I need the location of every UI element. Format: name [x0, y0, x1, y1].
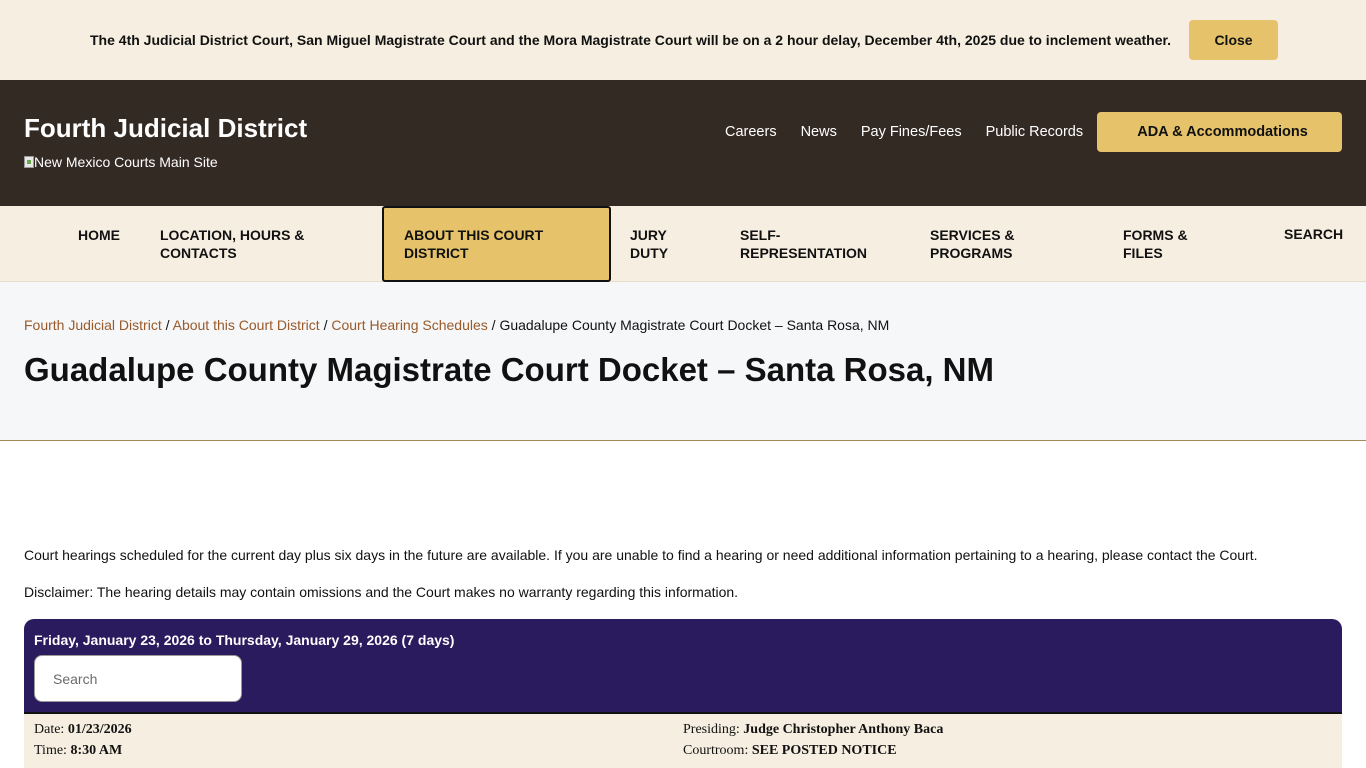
ada-accommodations-button[interactable]: ADA & Accommodations — [1097, 112, 1342, 152]
nav-item-self-representation[interactable]: Self-Representation — [740, 226, 880, 262]
entry-courtroom: Courtroom: SEE POSTED NOTICE — [683, 743, 897, 758]
docket-header: Friday, January 23, 2026 to Thursday, Ja… — [24, 619, 1342, 714]
docket-search-input[interactable] — [34, 655, 242, 702]
breadcrumb-link-schedules[interactable]: Court Hearing Schedules — [331, 317, 487, 333]
docket-panel: Friday, January 23, 2026 to Thursday, Ja… — [24, 619, 1342, 768]
site-title-link[interactable]: Fourth Judicial District — [24, 113, 307, 144]
close-alert-button[interactable]: Close — [1189, 20, 1278, 60]
nav-item-search[interactable]: Search — [1284, 225, 1343, 243]
intro-text: Court hearings scheduled for the current… — [24, 547, 1258, 563]
nav-item-about[interactable]: About this Court District — [382, 206, 611, 282]
breadcrumb-link-home[interactable]: Fourth Judicial District — [24, 317, 162, 333]
main-site-link[interactable]: New Mexico Courts Main Site — [24, 154, 218, 170]
alert-banner: The 4th Judicial District Court, San Mig… — [0, 0, 1366, 80]
news-link[interactable]: News — [801, 124, 837, 140]
broken-image-icon — [24, 156, 34, 168]
entry-presiding: Presiding: Judge Christopher Anthony Bac… — [683, 722, 944, 737]
alert-message: The 4th Judicial District Court, San Mig… — [90, 32, 1172, 48]
nav-item-home[interactable]: Home — [78, 226, 120, 244]
main-site-alt-text: New Mexico Courts Main Site — [34, 154, 218, 170]
nav-item-jury-duty[interactable]: Jury Duty — [630, 226, 690, 262]
careers-link[interactable]: Careers — [725, 124, 777, 140]
breadcrumb-current: Guadalupe County Magistrate Court Docket… — [499, 317, 890, 333]
entry-date: Date: 01/23/2026 — [34, 722, 132, 737]
nav-item-forms[interactable]: Forms & Files — [1123, 226, 1213, 262]
site-header: Fourth Judicial District New Mexico Cour… — [0, 80, 1366, 206]
main-nav: Home Location, Hours & Contacts About th… — [0, 206, 1366, 282]
date-range-label: Friday, January 23, 2026 to Thursday, Ja… — [34, 632, 455, 648]
breadcrumb-separator: / — [165, 317, 170, 333]
public-records-link[interactable]: Public Records — [986, 124, 1084, 140]
entry-time: Time: 8:30 AM — [34, 743, 123, 758]
breadcrumb-link-about[interactable]: About this Court District — [173, 317, 320, 333]
page-header: Fourth Judicial District / About this Co… — [0, 282, 1366, 441]
nav-item-services[interactable]: Services & Programs — [930, 226, 1040, 262]
page-title: Guadalupe County Magistrate Court Docket… — [24, 351, 994, 388]
docket-entry: Date: 01/23/2026 Time: 8:30 AM Presiding… — [24, 714, 1342, 768]
nav-item-location[interactable]: Location, Hours & Contacts — [160, 226, 320, 262]
disclaimer-text: Disclaimer: The hearing details may cont… — [24, 584, 739, 600]
pay-fines-link[interactable]: Pay Fines/Fees — [861, 124, 962, 140]
breadcrumb: Fourth Judicial District / About this Co… — [24, 317, 889, 333]
utility-links: Careers News Pay Fines/Fees Public Recor… — [725, 124, 1107, 140]
